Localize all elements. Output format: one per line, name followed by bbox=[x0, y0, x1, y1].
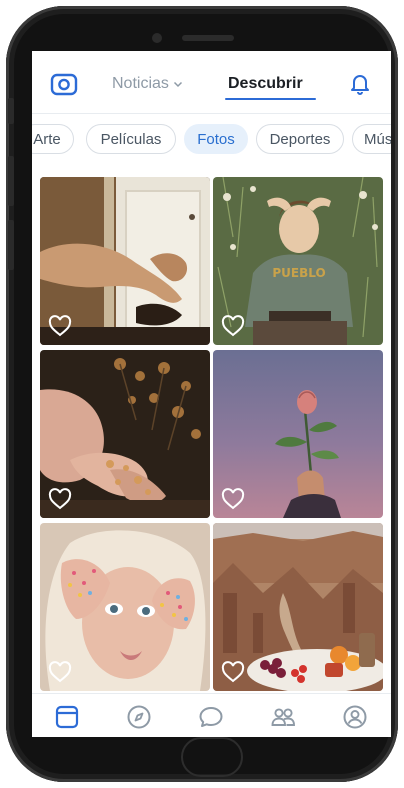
chip-sports[interactable]: Deportes bbox=[256, 124, 344, 154]
chip-label: Películas bbox=[100, 130, 162, 148]
chip-label: Mús bbox=[364, 130, 391, 148]
chip-art[interactable]: Arte bbox=[32, 124, 74, 154]
chip-photos[interactable]: Fotos bbox=[184, 124, 248, 154]
tab-news[interactable]: Noticias bbox=[112, 75, 183, 93]
volume-down-button bbox=[8, 220, 14, 270]
chevron-down-icon bbox=[173, 81, 182, 88]
chip-movies[interactable]: Películas bbox=[86, 124, 176, 154]
category-chips: Arte Películas Fotos Deportes Mús bbox=[32, 124, 391, 158]
photo-tile[interactable]: PUEBLO bbox=[213, 177, 383, 345]
heart-icon[interactable] bbox=[221, 488, 245, 510]
profile-icon[interactable] bbox=[342, 704, 368, 730]
photo-tile[interactable] bbox=[40, 177, 210, 345]
chip-label: Arte bbox=[33, 130, 61, 148]
mute-switch bbox=[8, 98, 14, 124]
heart-icon[interactable] bbox=[48, 488, 72, 510]
front-camera bbox=[152, 33, 162, 43]
bell-icon[interactable] bbox=[348, 71, 372, 95]
heart-icon[interactable] bbox=[221, 661, 245, 683]
home-button[interactable] bbox=[181, 737, 243, 777]
photo-tile[interactable] bbox=[213, 350, 383, 518]
chip-music[interactable]: Mús bbox=[352, 124, 391, 154]
photo-tile[interactable] bbox=[40, 350, 210, 518]
chat-icon[interactable] bbox=[198, 704, 224, 730]
active-tab-indicator bbox=[225, 98, 316, 100]
heart-icon[interactable] bbox=[48, 661, 72, 683]
app-screen: Noticias Descubrir Arte Películas Fotos … bbox=[32, 51, 391, 737]
bottom-nav bbox=[32, 693, 391, 737]
volume-up-button bbox=[8, 156, 14, 206]
chip-label: Deportes bbox=[269, 130, 331, 148]
photo-tile[interactable] bbox=[213, 523, 383, 691]
heart-icon[interactable] bbox=[48, 315, 72, 337]
chip-label: Fotos bbox=[197, 130, 235, 148]
header-divider bbox=[32, 113, 391, 114]
svg-text:PUEBLO: PUEBLO bbox=[272, 266, 325, 280]
earpiece-speaker bbox=[182, 35, 234, 41]
tab-discover[interactable]: Descubrir bbox=[228, 75, 303, 93]
camera-icon[interactable] bbox=[50, 71, 78, 97]
heart-icon[interactable] bbox=[221, 315, 245, 337]
photo-grid: PUEBLO bbox=[32, 167, 391, 695]
tab-news-label: Noticias bbox=[112, 75, 169, 92]
top-bar: Noticias Descubrir bbox=[32, 51, 391, 111]
compass-icon[interactable] bbox=[126, 704, 152, 730]
feed-icon[interactable] bbox=[54, 704, 80, 730]
friends-icon[interactable] bbox=[270, 704, 296, 730]
photo-tile[interactable] bbox=[40, 523, 210, 691]
